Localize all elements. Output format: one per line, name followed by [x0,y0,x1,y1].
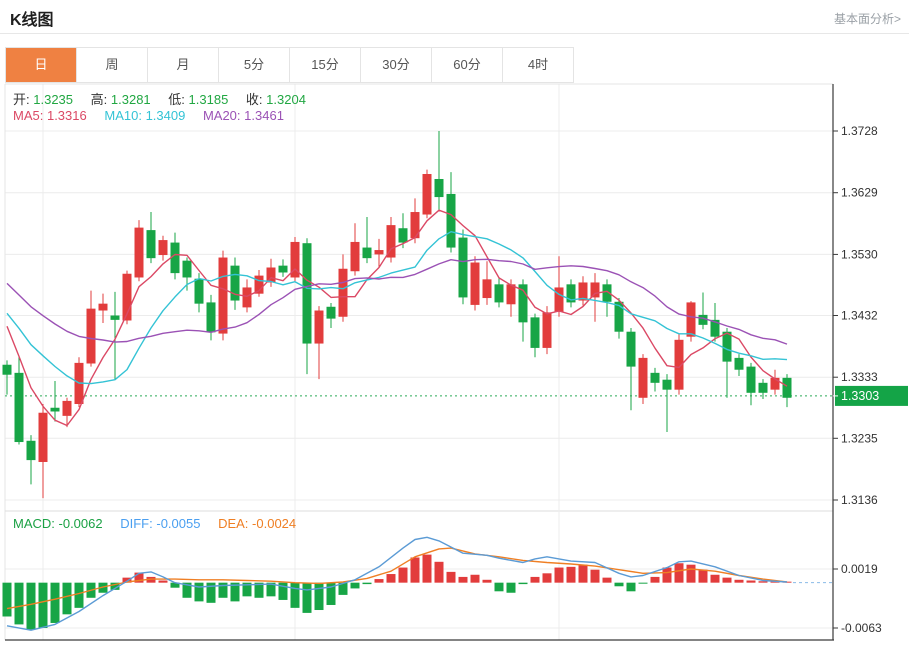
svg-text:1.3432: 1.3432 [841,309,878,323]
diff-value: DIFF: -0.0055 [120,516,200,531]
tab-4hour[interactable]: 4时 [503,48,573,82]
ohlc-legend: 开: 1.3235 高: 1.3281 低: 1.3185 收: 1.3204 [13,89,320,108]
tab-5min[interactable]: 5分 [219,48,290,82]
tab-60min[interactable]: 60分 [432,48,503,82]
tab-week[interactable]: 周 [77,48,148,82]
tab-15min[interactable]: 15分 [290,48,361,82]
tab-month[interactable]: 月 [148,48,219,82]
macd-value: MACD: -0.0062 [13,516,103,531]
ma20-value: MA20: 1.3461 [203,108,284,123]
close-value: 收: 1.3204 [246,92,306,107]
tab-30min[interactable]: 30分 [361,48,432,82]
low-value: 低: 1.3185 [168,92,228,107]
ma5-value: MA5: 1.3316 [13,108,87,123]
period-tab-bar: 日 周 月 5分 15分 30分 60分 4时 [5,47,574,83]
macd-legend: MACD: -0.0062 DIFF: -0.0055 DEA: -0.0024 [13,516,310,531]
svg-text:1.3629: 1.3629 [841,186,878,200]
svg-text:1.3303: 1.3303 [841,389,879,403]
svg-text:1.3728: 1.3728 [841,124,878,138]
open-value: 开: 1.3235 [13,92,73,107]
svg-text:1.3333: 1.3333 [841,370,878,384]
high-value: 高: 1.3281 [91,92,151,107]
svg-text:0.0019: 0.0019 [841,562,878,576]
svg-text:-0.0063: -0.0063 [841,621,882,635]
svg-text:1.3235: 1.3235 [841,431,878,445]
ma10-value: MA10: 1.3409 [104,108,185,123]
ma-legend: MA5: 1.3316 MA10: 1.3409 MA20: 1.3461 [13,108,298,123]
tab-day[interactable]: 日 [6,48,77,82]
dea-value: DEA: -0.0024 [218,516,296,531]
svg-text:1.3136: 1.3136 [841,493,878,507]
svg-text:1.3530: 1.3530 [841,247,878,261]
